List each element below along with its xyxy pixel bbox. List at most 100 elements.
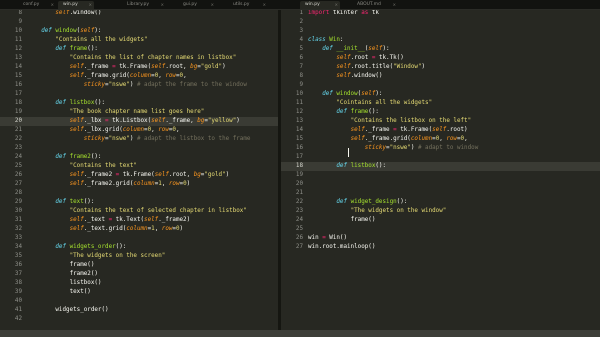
code-line[interactable]: 19	[281, 171, 600, 180]
line-number: 25	[14, 163, 22, 169]
code-line[interactable]: 37 frame2()	[0, 270, 278, 279]
close-icon[interactable]: ×	[335, 1, 338, 9]
line-number: 40	[14, 298, 22, 304]
code-line[interactable]: 17	[281, 153, 600, 162]
code-line[interactable]: 7 self.root.title("Window")	[281, 63, 600, 72]
code-line[interactable]: 14 self._frame = tk.Frame(self.root)	[281, 126, 600, 135]
code-line[interactable]: 16 sticky="nswe") # adapt to window	[281, 144, 600, 153]
code-line[interactable]: 25	[281, 225, 600, 234]
code-line[interactable]: 5 def __init__(self):	[281, 45, 600, 54]
line-number: 5	[299, 46, 303, 52]
code-line[interactable]: 27 win.root.mainloop()	[281, 243, 600, 252]
code-line[interactable]: 29 def text():	[0, 198, 278, 207]
code-line[interactable]: 11 "Contains all the widgets"	[0, 36, 278, 45]
line-number: 13	[295, 118, 303, 124]
code-line[interactable]: 24 def frame2():	[0, 153, 278, 162]
code-line[interactable]: 13 "Contains the list of chapter names i…	[0, 54, 278, 63]
code-token: ._lbx	[83, 118, 106, 124]
code-line[interactable]: 23	[0, 144, 278, 153]
code-line[interactable]: 34 def widgets_order():	[0, 243, 278, 252]
editor-pane-right[interactable]: 1 import tkinter as tk 2 3 4 class Win: 5 def …	[281, 10, 600, 330]
line-number: 38	[14, 280, 22, 286]
code-token: ._frame2	[83, 172, 116, 178]
code-line[interactable]: 27 self._frame2.grid(column=1, row=0)	[0, 180, 278, 189]
code-line[interactable]: 10 def window(self):	[0, 27, 278, 36]
code-line[interactable]: 13 "Contains the listbox on the left"	[281, 117, 600, 126]
code-line[interactable]: 12 def frame():	[281, 108, 600, 117]
code-token: ,	[154, 226, 162, 232]
tab-3[interactable]: gui.py ×	[178, 1, 216, 9]
tab-2[interactable]: Library.py ×	[122, 1, 166, 9]
code-line[interactable]: 17	[0, 90, 278, 99]
code-line[interactable]: 26 win = Win()	[281, 234, 600, 243]
code-token: self	[336, 73, 351, 79]
close-icon[interactable]: ×	[161, 1, 164, 9]
tab-4[interactable]: utils.py ×	[228, 1, 268, 9]
code-text: sticky="nswe") # adapt to window	[308, 144, 479, 153]
code-line[interactable]: 24 frame()	[281, 216, 600, 225]
close-icon[interactable]: ×	[263, 1, 266, 9]
close-icon[interactable]: ×	[89, 1, 92, 9]
line-number: 20	[295, 181, 303, 187]
code-line[interactable]: 19 "The book chapter name list goes here…	[0, 108, 278, 117]
code-line[interactable]: 8 self.window()	[0, 10, 278, 18]
code-line[interactable]: 31 self._text = tk.Text(self._frame2)	[0, 216, 278, 225]
code-line[interactable]: 23 "The widgets on the window"	[281, 207, 600, 216]
code-line[interactable]: 20	[281, 180, 600, 189]
code-line[interactable]: 22 def widget_design():	[281, 198, 600, 207]
code-line[interactable]: 11 "Cointains all the widgets"	[281, 99, 600, 108]
code-token: ._frame	[364, 127, 394, 133]
code-line[interactable]: 10 def window(self):	[281, 90, 600, 99]
code-line[interactable]: 21 self._lbx.grid(column=0, row=0,	[0, 126, 278, 135]
code-token: ():	[94, 100, 106, 106]
code-line[interactable]: 14 self._frame = tk.Frame(self.root, bg=…	[0, 63, 278, 72]
code-line[interactable]: 39 text()	[0, 288, 278, 297]
code-line[interactable]: 41 widgets_order()	[0, 306, 278, 315]
editor-pane-left[interactable]: 8 self.window() 9 10 def window(self): 11 "…	[0, 10, 278, 330]
code-line[interactable]: 4 class Win:	[281, 36, 600, 45]
code-line[interactable]: 8 self.window()	[281, 72, 600, 81]
tab-5[interactable]: win.py ×	[300, 1, 340, 9]
code-line[interactable]: 22 sticky="nswe") # adapt the listbox to…	[0, 135, 278, 144]
code-line[interactable]: 21	[281, 189, 600, 198]
tab-1[interactable]: win.py ×	[58, 1, 94, 9]
code-token: sticky	[364, 145, 387, 151]
code-text: self._frame2.grid(column=1, row=0)	[27, 180, 191, 189]
tab-6[interactable]: ABOUT.md ×	[352, 1, 398, 9]
code-line[interactable]: 1 import tkinter as tk	[281, 10, 600, 18]
code-token: :	[339, 37, 344, 43]
code-line[interactable]: 15 self._frame.grid(column=0, row=0,	[0, 72, 278, 81]
code-line[interactable]: 12 def frame():	[0, 45, 278, 54]
code-line[interactable]: 35 "The widgets on the screen"	[0, 252, 278, 261]
code-line[interactable]: 40	[0, 297, 278, 306]
code-line[interactable]: 36 frame()	[0, 261, 278, 270]
code-line[interactable]: 28	[0, 189, 278, 198]
code-line[interactable]: 33	[0, 234, 278, 243]
code-line[interactable]: 16 sticky="nswe") # adapt the frame to t…	[0, 81, 278, 90]
code-line[interactable]: 32 self._text.grid(column=1, row=0)	[0, 225, 278, 234]
code-line[interactable]: 2	[281, 18, 600, 27]
code-line[interactable]: 15 self._frame.grid(column=0, row=0,	[281, 135, 600, 144]
close-icon[interactable]: ×	[51, 1, 54, 9]
code-line[interactable]: 30 "Contains the text of selected chapte…	[0, 207, 278, 216]
code-line[interactable]: 18 def listbox():	[281, 162, 600, 171]
code-text: self._frame2 = tk.Frame(self.root, bg="g…	[27, 171, 230, 180]
close-icon[interactable]: ×	[393, 1, 396, 9]
code-line[interactable]: 20 self._lbx = tk.Listbox(self._frame, b…	[0, 117, 278, 126]
code-line[interactable]: 3	[281, 27, 600, 36]
code-token: "Contains the list of chapter names in l…	[69, 55, 237, 61]
code-text: "The widgets on the screen"	[27, 252, 166, 261]
code-token: self	[69, 73, 84, 79]
tab-0[interactable]: conf.py ×	[18, 1, 56, 9]
code-line[interactable]: 9	[281, 81, 600, 90]
code-line[interactable]: 18 def listbox():	[0, 99, 278, 108]
code-line[interactable]: 42	[0, 315, 278, 324]
code-line[interactable]: 6 self.root = tk.Tk()	[281, 54, 600, 63]
code-line[interactable]: 25 "Contains the text"	[0, 162, 278, 171]
code-line[interactable]: 9	[0, 18, 278, 27]
code-line[interactable]: 26 self._frame2 = tk.Frame(self.root, bg…	[0, 171, 278, 180]
code-line[interactable]: 38 listbox()	[0, 279, 278, 288]
close-icon[interactable]: ×	[211, 1, 214, 9]
